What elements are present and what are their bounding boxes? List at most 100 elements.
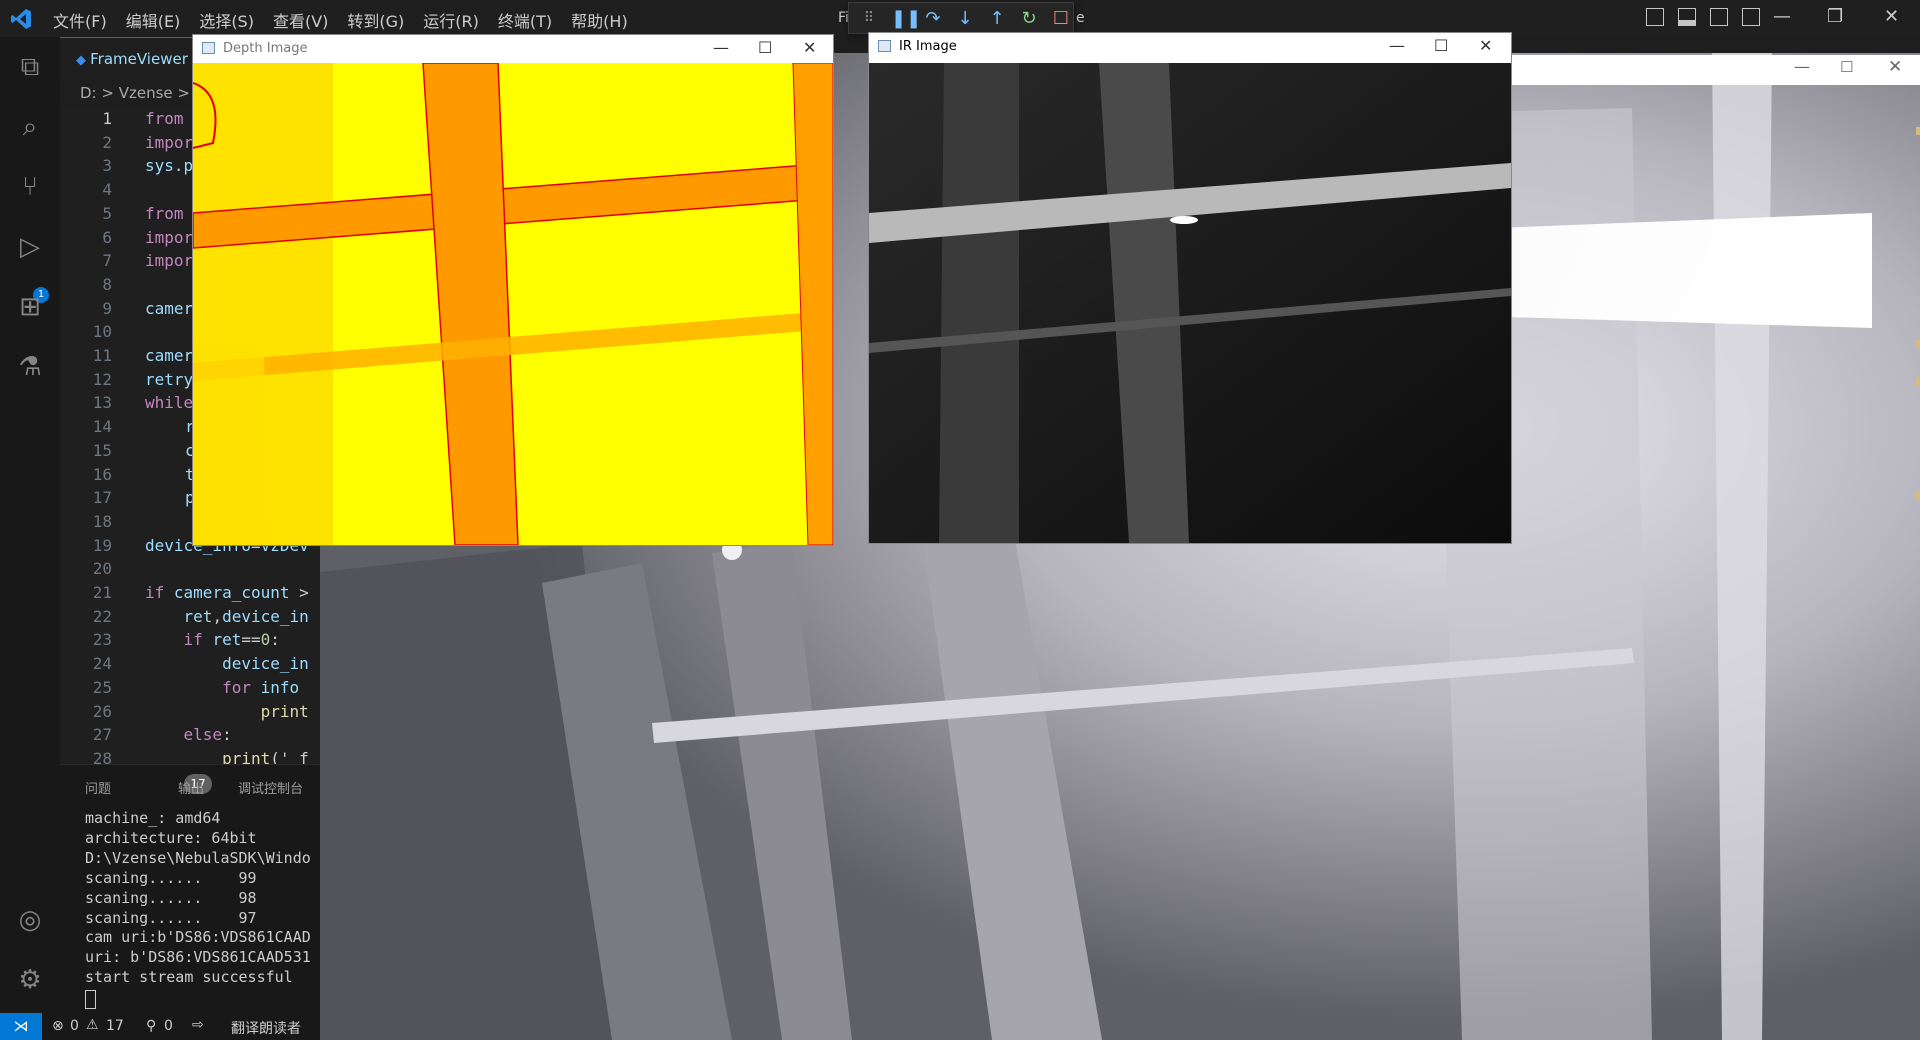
tab-debug-console[interactable]: 调试控制台 (238, 778, 303, 797)
code-token: else (183, 725, 223, 745)
vscode-logo-icon (11, 9, 31, 29)
search-icon[interactable]: ⌕ (14, 111, 46, 143)
terminal-line: machine_: amd64 (85, 809, 221, 827)
toggle-panel-icon[interactable] (1678, 8, 1696, 26)
menu-selection[interactable]: 选择(S) (199, 8, 254, 32)
scroll-marker (1916, 127, 1920, 135)
ports-count[interactable]: 0 (164, 1018, 173, 1034)
line-number: 5 (102, 203, 112, 223)
line-number: 1 (102, 109, 112, 128)
toggle-secondary-sidebar-icon[interactable] (1710, 8, 1728, 26)
code-line: for info (145, 678, 309, 697)
depth-maximize-button[interactable]: ☐ (758, 38, 772, 57)
extensions-icon[interactable]: ⊞ (14, 291, 46, 323)
code-token: impor (145, 132, 194, 152)
scroll-marker (1916, 492, 1920, 500)
toggle-sidebar-icon[interactable] (1646, 8, 1664, 26)
line-number: 25 (92, 677, 112, 697)
extension-status[interactable]: 翻译朗读者 (231, 1018, 301, 1038)
customize-layout-icon[interactable] (1742, 8, 1760, 26)
window-minimize-button[interactable]: — (1773, 6, 1791, 27)
menu-go[interactable]: 转到(G) (347, 8, 404, 32)
tab-problems[interactable]: 问题 (85, 778, 111, 797)
ir-maximize-button[interactable]: ☐ (1434, 36, 1448, 55)
ir-close-button[interactable]: ✕ (1479, 36, 1492, 55)
source-control-icon[interactable]: ⑂ (14, 171, 46, 203)
code-line: camer (145, 346, 193, 365)
code-token: camer (145, 298, 194, 318)
terminal-line: scaning...... 98 (85, 888, 257, 907)
ir-image (869, 63, 1511, 543)
code-token: device_in (222, 606, 309, 626)
code-token: : (270, 630, 280, 650)
account-icon[interactable]: ◎ (14, 904, 46, 936)
drag-handle-icon[interactable]: ⠿ (859, 10, 879, 26)
step-over-icon[interactable]: ↷ (923, 8, 943, 29)
breadcrumb[interactable]: D: > Vzense > N (80, 84, 206, 102)
depth-minimize-button[interactable]: — (713, 38, 729, 57)
menu-terminal[interactable]: 终端(T) (498, 8, 552, 32)
code-token: from (145, 109, 184, 128)
menu-bar: 文件(F) 编辑(E) 选择(S) 查看(V) 转到(G) 运行(R) 终端(T… (53, 8, 647, 32)
code-line: sys.p (145, 156, 193, 175)
line-number: 3 (102, 156, 112, 176)
testing-icon[interactable]: ⚗ (14, 351, 46, 383)
line-number: 9 (102, 298, 112, 318)
code-line: impor (145, 228, 193, 247)
restart-icon[interactable]: ↻ (1019, 8, 1039, 29)
python-file-icon: ◆ (76, 53, 91, 68)
window-restore-button[interactable]: ❐ (1827, 6, 1843, 27)
run-debug-icon[interactable]: ▷ (14, 231, 46, 263)
line-number: 6 (102, 227, 112, 247)
pause-icon[interactable]: ❚❚ (891, 8, 921, 29)
window-close-button[interactable]: ✕ (1884, 6, 1899, 27)
code-line: impor (145, 251, 193, 270)
tab-frameviewer[interactable]: ◆ FrameViewer (60, 37, 200, 79)
code-line: print(' f (145, 749, 309, 764)
stop-icon[interactable]: ☐ (1051, 8, 1071, 29)
menu-run[interactable]: 运行(R) (423, 8, 479, 32)
settings-gear-icon[interactable]: ⚙ (14, 964, 46, 996)
code-token: (' f (270, 748, 309, 764)
menu-help[interactable]: 帮助(H) (571, 8, 628, 32)
code-token: > (289, 583, 309, 602)
menu-view[interactable]: 查看(V) (273, 8, 328, 32)
menu-file[interactable]: 文件(F) (53, 8, 107, 32)
code-token: == (241, 630, 261, 650)
remote-indicator-icon[interactable]: ⋊ (0, 1013, 42, 1040)
terminal-line: uri: b'DS86:VDS861CAAD531 (85, 948, 311, 967)
code-line: retry (145, 370, 193, 389)
rgb-window-titlebar: — ☐ ✕ (1510, 55, 1920, 85)
code-line: while (145, 393, 193, 412)
explorer-icon[interactable]: ⧉ (14, 51, 46, 83)
line-number: 18 (92, 511, 112, 531)
code-token: if (183, 630, 203, 650)
tab-label: FrameViewer (90, 50, 188, 68)
code-line: from (145, 109, 184, 128)
rgb-maximize-button[interactable]: ☐ (1840, 58, 1853, 76)
code-token: impor (145, 227, 194, 247)
code-token: camera_count (173, 583, 290, 602)
depth-close-button[interactable]: ✕ (803, 38, 816, 57)
warning-count[interactable]: 17 (106, 1018, 124, 1034)
error-count[interactable]: 0 (70, 1018, 79, 1034)
code-token: : (222, 725, 232, 745)
line-number: 2 (102, 132, 112, 152)
ports-icon: ⚲ (146, 1018, 157, 1034)
step-out-icon[interactable]: ↑ (987, 8, 1007, 29)
rgb-minimize-button[interactable]: — (1794, 57, 1810, 76)
menu-edit[interactable]: 编辑(E) (126, 8, 181, 32)
title-fragment-end: e (1076, 10, 1085, 26)
tab-output[interactable]: 输出 (178, 778, 204, 797)
line-number: 24 (92, 654, 112, 674)
step-into-icon[interactable]: ↓ (955, 8, 975, 29)
terminal-cursor (85, 990, 96, 1009)
ir-minimize-button[interactable]: — (1389, 36, 1405, 55)
window-app-icon (202, 42, 215, 54)
debug-launch-icon[interactable]: ⇨ (192, 1017, 204, 1033)
rgb-close-button[interactable]: ✕ (1888, 57, 1902, 77)
terminal-line: scaning...... 99 (85, 868, 257, 887)
